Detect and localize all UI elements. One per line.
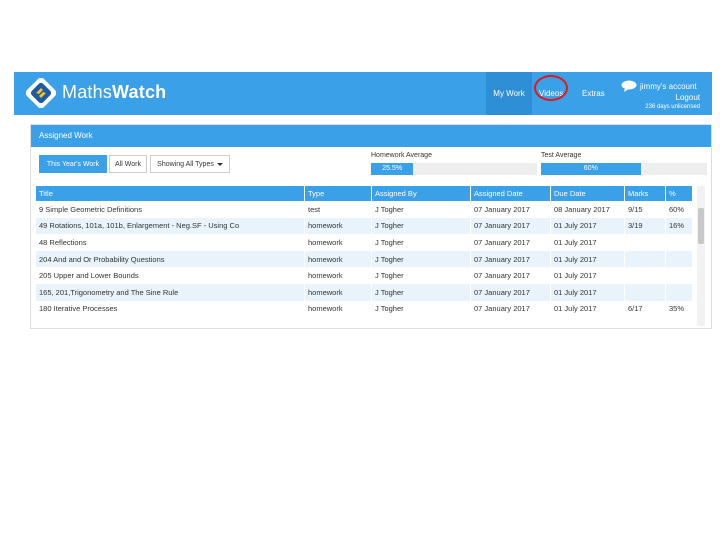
cell-percent — [665, 234, 692, 251]
column-header-due-date[interactable]: Due Date — [550, 186, 625, 201]
cell-assigned-date: 07 January 2017 — [470, 300, 551, 318]
cell-assigned-date: 07 January 2017 — [470, 267, 551, 284]
videos-highlight-circle — [534, 75, 568, 101]
column-header-title[interactable]: Title — [35, 186, 305, 201]
table-row[interactable]: 48 Reflections homework J Togher 07 January… — [35, 234, 692, 251]
cell-assigned-date: 07 January 2017 — [470, 283, 551, 301]
cell-assigned-by: J Togher — [371, 283, 471, 301]
cell-assigned-date: 07 January 2017 — [470, 217, 551, 235]
brand-name[interactable]: MathsWatch — [62, 82, 166, 103]
cell-title[interactable]: 49 Rotations, 101a, 101b, Enlargement - … — [35, 217, 305, 235]
type-filter-label: Showing All Types — [157, 161, 214, 168]
table-row[interactable]: 165, 201,Trigonometry and The Sine Rule h… — [35, 283, 692, 301]
cell-title[interactable]: 205 Upper and Lower Bounds — [35, 267, 305, 284]
cell-percent — [665, 267, 692, 284]
cell-percent: 60% — [665, 201, 692, 218]
assigned-work-table: Title Type Assigned By Assigned Date Due… — [35, 186, 692, 318]
cell-marks — [624, 250, 666, 268]
cell-assigned-by: J Togher — [371, 267, 471, 284]
homework-average-label: Homework Average — [371, 152, 432, 159]
table-row[interactable]: 180 Iterative Processes homework J Togher 0… — [35, 300, 692, 318]
cell-percent — [665, 250, 692, 268]
cell-due-date: 01 July 2017 — [550, 283, 625, 301]
cell-percent: 16% — [665, 217, 692, 235]
cell-type: homework — [304, 217, 372, 235]
nav-my-work[interactable]: My Work — [486, 72, 532, 115]
nav-extras[interactable]: Extras — [582, 72, 605, 115]
panel-title: Assigned Work — [39, 131, 93, 140]
cell-title[interactable]: 9 Simple Geometric Definitions — [35, 201, 305, 218]
test-average-bar: 60% — [541, 163, 707, 175]
cell-marks — [624, 283, 666, 301]
chat-bubble-icon[interactable] — [621, 80, 637, 92]
test-average-label: Test Average — [541, 152, 582, 159]
table-scrollbar[interactable] — [697, 186, 705, 326]
mathswatch-logo-icon[interactable] — [26, 78, 56, 108]
cell-due-date: 08 January 2017 — [550, 201, 625, 218]
cell-assigned-date: 07 January 2017 — [470, 234, 551, 251]
cell-due-date: 01 July 2017 — [550, 250, 625, 268]
cell-assigned-date: 07 January 2017 — [470, 250, 551, 268]
cell-due-date: 01 July 2017 — [550, 234, 625, 251]
table-row[interactable]: 49 Rotations, 101a, 101b, Enlargement - … — [35, 217, 692, 235]
license-status: 236 days unlicensed — [645, 104, 700, 110]
cell-type: homework — [304, 283, 372, 301]
brand-part2: Watch — [112, 82, 167, 102]
column-header-marks[interactable]: Marks — [624, 186, 666, 201]
cell-assigned-date: 07 January 2017 — [470, 201, 551, 218]
cell-assigned-by: J Togher — [371, 300, 471, 318]
cell-due-date: 01 July 2017 — [550, 300, 625, 318]
cell-type: test — [304, 201, 372, 218]
column-header-assigned-by[interactable]: Assigned By — [371, 186, 471, 201]
column-header-percent[interactable]: % — [665, 186, 692, 201]
column-header-assigned-date[interactable]: Assigned Date — [470, 186, 551, 201]
cell-type: homework — [304, 250, 372, 268]
table-row[interactable]: 205 Upper and Lower Bounds homework J Togh… — [35, 267, 692, 284]
cell-due-date: 01 July 2017 — [550, 267, 625, 284]
cell-percent — [665, 283, 692, 301]
type-filter-dropdown[interactable]: Showing All Types — [150, 155, 230, 173]
column-header-type[interactable]: Type — [304, 186, 372, 201]
cell-marks — [624, 267, 666, 284]
test-average-fill: 60% — [541, 163, 641, 175]
homework-average-bar: 25.5% — [371, 163, 537, 175]
panel-header: Assigned Work — [31, 125, 711, 147]
top-navbar: MathsWatch My Work Videos Extras jimmy's… — [14, 72, 712, 115]
assigned-work-panel: Assigned Work This Year's Work All Work … — [30, 124, 712, 329]
homework-average-fill: 25.5% — [371, 163, 414, 175]
cell-marks — [624, 234, 666, 251]
table-header-row: Title Type Assigned By Assigned Date Due… — [35, 186, 692, 201]
cell-title[interactable]: 165, 201,Trigonometry and The Sine Rule — [35, 283, 305, 301]
cell-type: homework — [304, 267, 372, 284]
table-row[interactable]: 204 And and Or Probability Questions home… — [35, 250, 692, 268]
logout-link[interactable]: Logout — [676, 93, 700, 102]
cell-type: homework — [304, 300, 372, 318]
cell-title[interactable]: 204 And and Or Probability Questions — [35, 250, 305, 268]
brand-part1: Maths — [62, 82, 113, 102]
scrollbar-thumb[interactable] — [698, 208, 704, 244]
cell-assigned-by: J Togher — [371, 250, 471, 268]
cell-assigned-by: J Togher — [371, 234, 471, 251]
cell-marks: 3/19 — [624, 217, 666, 235]
cell-due-date: 01 July 2017 — [550, 217, 625, 235]
table-row[interactable]: 9 Simple Geometric Definitions test J Togh… — [35, 201, 692, 218]
this-years-work-button[interactable]: This Year's Work — [39, 155, 107, 173]
cell-title[interactable]: 180 Iterative Processes — [35, 300, 305, 318]
cell-assigned-by: J Togher — [371, 217, 471, 235]
all-work-button[interactable]: All Work — [109, 155, 147, 173]
caret-down-icon — [216, 162, 223, 166]
cell-assigned-by: J Togher — [371, 201, 471, 218]
cell-percent: 35% — [665, 300, 692, 318]
cell-marks: 9/15 — [624, 201, 666, 218]
account-menu[interactable]: jimmy's account — [640, 82, 697, 91]
cell-marks: 6/17 — [624, 300, 666, 318]
cell-title[interactable]: 48 Reflections — [35, 234, 305, 251]
cell-type: homework — [304, 234, 372, 251]
